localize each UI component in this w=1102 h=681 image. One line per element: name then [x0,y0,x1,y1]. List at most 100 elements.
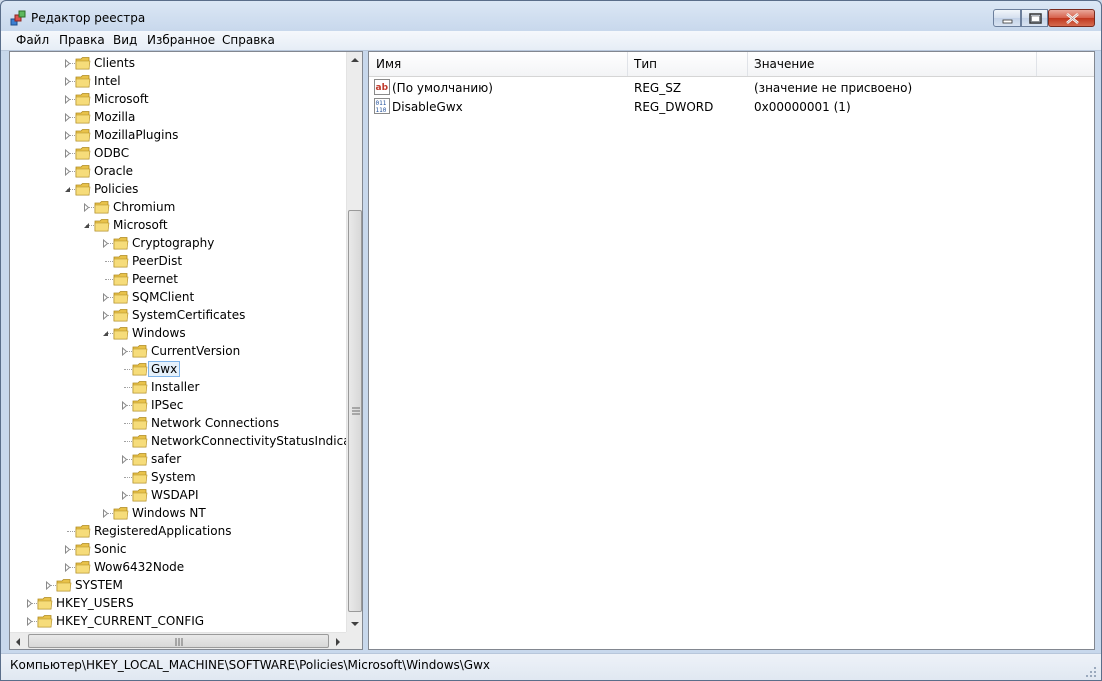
expand-arrow-icon[interactable] [63,59,72,68]
menu-edit[interactable]: Правка [59,33,105,47]
column-divider[interactable] [1036,52,1037,76]
tree-node[interactable]: Wow6432Node [10,558,346,576]
value-name: (По умолчанию) [392,81,493,95]
folder-icon [132,489,148,502]
tree-node[interactable]: Oracle [10,162,346,180]
tree-node[interactable]: Sonic [10,540,346,558]
scroll-left-icon[interactable] [15,637,21,647]
scroll-right-icon[interactable] [335,637,341,647]
key-tree[interactable]: Clients Intel Microsoft Mozilla MozillaPlugi… [9,51,363,650]
values-list[interactable]: Имя Тип Значение ab (По умолчанию) REG_S… [368,51,1095,650]
expand-arrow-icon[interactable] [101,509,110,518]
tree-node[interactable]: HKEY_CURRENT_CONFIG [10,612,346,630]
expand-arrow-icon[interactable] [25,599,34,608]
tree-node[interactable]: Mozilla [10,108,346,126]
window-title: Редактор реестра [31,11,146,25]
collapse-arrow-icon[interactable] [82,221,91,230]
tree-node-label: SYSTEM [75,578,123,592]
expand-arrow-icon[interactable] [25,617,34,626]
menu-help[interactable]: Справка [222,33,275,47]
tree-vertical-scrollbar[interactable] [346,52,362,632]
expand-arrow-icon[interactable] [63,167,72,176]
tree-node[interactable]: IPSec [10,396,346,414]
expand-arrow-icon[interactable] [63,95,72,104]
expand-arrow-icon[interactable] [63,131,72,140]
expand-arrow-icon[interactable] [63,77,72,86]
tree-node-label: Policies [94,182,139,196]
tree-node[interactable]: WSDAPI [10,486,346,504]
tree-node-label: Chromium [113,200,176,214]
tree-node[interactable]: RegisteredApplications [10,522,346,540]
folder-icon [132,453,148,466]
status-bar: Компьютер\HKEY_LOCAL_MACHINE\SOFTWARE\Po… [1,653,1101,680]
column-divider[interactable] [627,52,628,76]
column-type-header[interactable]: Тип [634,57,657,71]
minimize-button[interactable] [993,9,1021,27]
tree-node[interactable]: MozillaPlugins [10,126,346,144]
tree-node[interactable]: CurrentVersion [10,342,346,360]
column-value-header[interactable]: Значение [754,57,814,71]
tree-node[interactable]: Policies [10,180,346,198]
column-divider[interactable] [747,52,748,76]
tree-node[interactable]: NetworkConnectivityStatusIndicator [10,432,362,450]
tree-node[interactable]: Installer [10,378,346,396]
value-data: (значение не присвоено) [754,81,913,95]
resize-grip-icon[interactable] [1085,666,1097,678]
expand-arrow-icon[interactable] [63,563,72,572]
tree-node[interactable]: System [10,468,346,486]
tree-node[interactable]: HKEY_USERS [10,594,346,612]
tree-node[interactable]: ODBC [10,144,346,162]
expand-arrow-icon[interactable] [120,347,129,356]
tree-node[interactable]: safer [10,450,346,468]
expand-arrow-icon[interactable] [63,545,72,554]
close-icon [1066,12,1079,25]
menu-favorites[interactable]: Избранное [147,33,215,47]
maximize-button[interactable] [1021,9,1048,27]
list-header: Имя Тип Значение [369,52,1094,77]
tree-vertical-scroll-thumb[interactable] [348,210,362,612]
column-name-header[interactable]: Имя [376,57,401,71]
tree-node[interactable]: Windows [10,324,346,342]
tree-node[interactable]: Cryptography [10,234,346,252]
tree-node[interactable]: PeerDist [10,252,346,270]
tree-node[interactable]: Intel [10,72,346,90]
tree-node[interactable]: Microsoft [10,216,346,234]
expand-arrow-icon[interactable] [101,239,110,248]
folder-icon [75,75,91,88]
menu-view[interactable]: Вид [113,33,137,47]
tree-node[interactable]: Chromium [10,198,346,216]
scroll-up-icon[interactable] [350,57,360,63]
expand-arrow-icon[interactable] [120,401,129,410]
grip-icon [175,638,183,646]
folder-icon [75,183,91,196]
expand-arrow-icon[interactable] [120,491,129,500]
collapse-arrow-icon[interactable] [101,329,110,338]
close-button[interactable] [1048,9,1095,27]
tree-node[interactable]: Peernet [10,270,346,288]
tree-horizontal-scroll-thumb[interactable] [28,634,329,648]
menu-file[interactable]: Файл [16,33,49,47]
expand-arrow-icon[interactable] [63,149,72,158]
expand-arrow-icon[interactable] [63,113,72,122]
expand-arrow-icon[interactable] [101,293,110,302]
regedit-window: Редактор реестра Файл Правка Вид Избранн… [0,0,1102,681]
collapse-arrow-icon[interactable] [63,185,72,194]
tree-node[interactable]: Gwx [10,360,346,378]
tree-node[interactable]: SystemCertificates [10,306,346,324]
expand-arrow-icon[interactable] [101,311,110,320]
list-row[interactable]: ab (По умолчанию) REG_SZ (значение не пр… [369,78,1094,97]
expand-arrow-icon[interactable] [120,455,129,464]
tree-node[interactable]: Microsoft [10,90,346,108]
folder-icon [132,435,148,448]
scroll-down-icon[interactable] [350,621,360,627]
tree-node[interactable]: Clients [10,54,346,72]
tree-node[interactable]: Network Connections [10,414,346,432]
tree-node[interactable]: SQMClient [10,288,346,306]
list-row[interactable]: 011 110 DisableGwx REG_DWORD 0x00000001 … [369,97,1094,116]
tree-node[interactable]: SYSTEM [10,576,346,594]
tree-node[interactable]: Windows NT [10,504,346,522]
expand-arrow-icon[interactable] [44,581,53,590]
tree-horizontal-scrollbar[interactable] [10,632,346,649]
title-bar[interactable]: Редактор реестра [1,1,1101,31]
expand-arrow-icon[interactable] [82,203,91,212]
